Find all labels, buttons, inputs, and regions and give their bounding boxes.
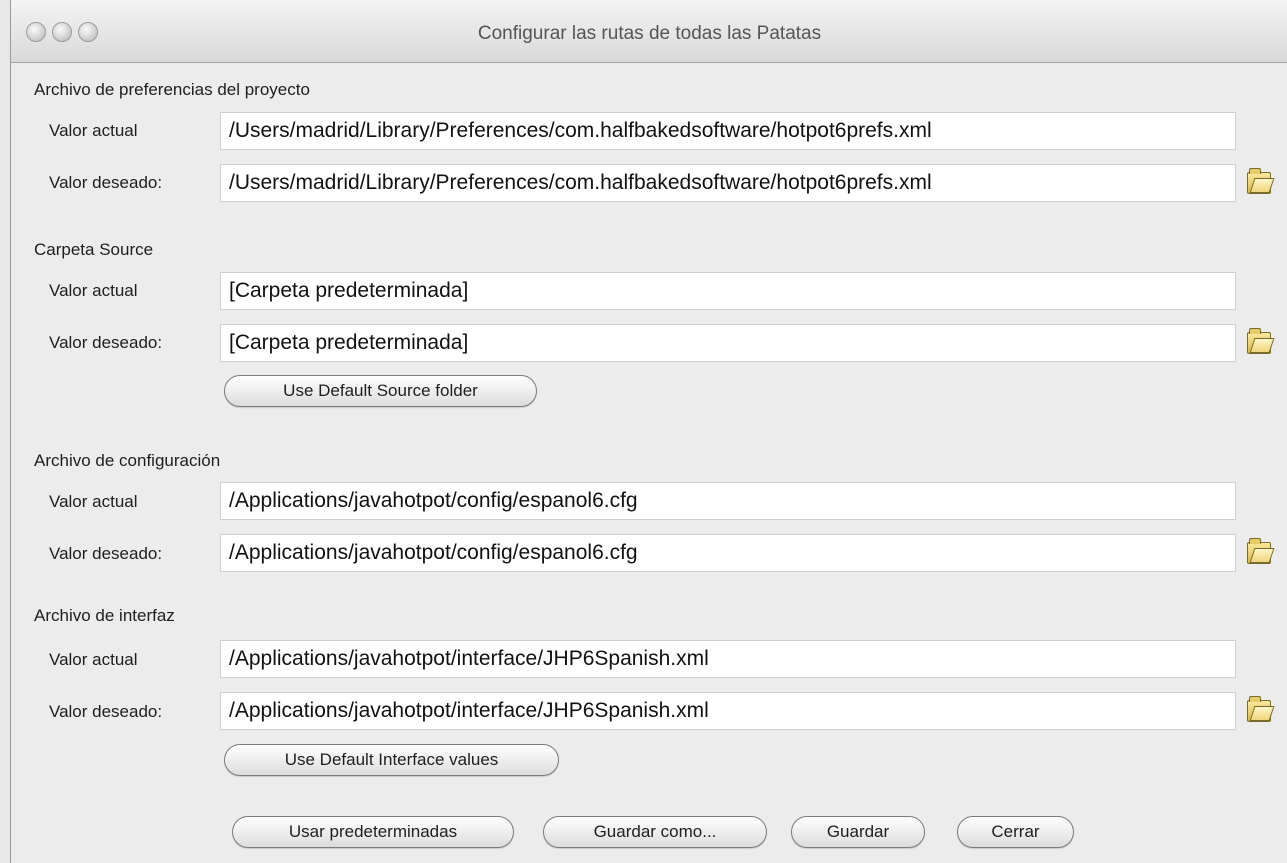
dialog-window: Configurar las rutas de todas las Patata… [10,0,1287,863]
save-button[interactable]: Guardar [791,816,925,848]
section-label-interface: Archivo de interfaz [34,606,175,625]
interface-current-field[interactable]: /Applications/javahotpot/interface/JHP6S… [220,640,1236,678]
source-browse-folder-icon[interactable] [1247,328,1271,354]
use-default-interface-button[interactable]: Use Default Interface values [224,744,559,776]
section-label-source: Carpeta Source [34,240,154,259]
prefs-current-label: Valor actual [49,121,138,140]
config-browse-folder-icon[interactable] [1247,538,1271,564]
config-desired-field[interactable]: /Applications/javahotpot/config/espanol6… [220,534,1236,572]
source-desired-label: Valor deseado: [49,333,163,352]
interface-desired-field[interactable]: /Applications/javahotpot/interface/JHP6S… [220,692,1236,730]
interface-current-label: Valor actual [49,650,138,669]
source-current-label: Valor actual [49,281,138,300]
source-desired-field[interactable]: [Carpeta predeterminada] [220,324,1236,362]
prefs-current-field[interactable]: /Users/madrid/Library/Preferences/com.ha… [220,112,1236,150]
source-current-field[interactable]: [Carpeta predeterminada] [220,272,1236,310]
save-as-button[interactable]: Guardar como... [543,816,767,848]
config-desired-label: Valor deseado: [49,544,163,563]
title-bar[interactable]: Configurar las rutas de todas las Patata… [11,0,1287,63]
close-button[interactable]: Cerrar [957,816,1074,848]
config-current-label: Valor actual [49,492,138,511]
config-current-field[interactable]: /Applications/javahotpot/config/espanol6… [220,482,1236,520]
window-title: Configurar las rutas de todas las Patata… [477,23,822,44]
interface-desired-label: Valor deseado: [49,702,163,721]
section-label-prefs: Archivo de preferencias del proyecto [34,80,310,99]
prefs-browse-folder-icon[interactable] [1247,168,1271,194]
use-defaults-button[interactable]: Usar predeterminadas [232,816,514,848]
prefs-desired-field[interactable]: /Users/madrid/Library/Preferences/com.ha… [220,164,1236,202]
use-default-source-button[interactable]: Use Default Source folder [224,375,537,407]
interface-browse-folder-icon[interactable] [1247,696,1271,722]
section-label-config: Archivo de configuración [34,451,221,470]
prefs-desired-label: Valor deseado: [49,173,163,192]
